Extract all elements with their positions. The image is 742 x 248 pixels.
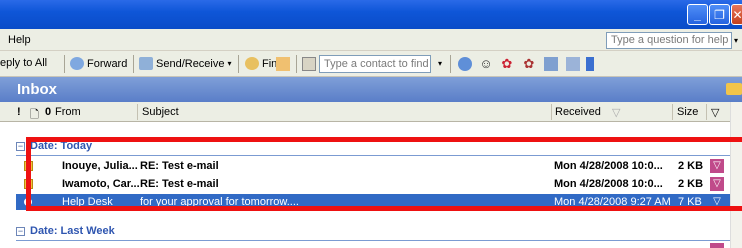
read-envelope-icon: [24, 198, 32, 206]
message-size: 2 KB: [678, 160, 704, 172]
toolbar-divider: [64, 55, 65, 73]
forward-icon: [70, 57, 84, 70]
column-divider[interactable]: [706, 104, 707, 120]
message-row-selected[interactable]: Help Desk for your approval for tomorrow…: [16, 194, 730, 210]
unread-envelope-icon: [24, 179, 33, 189]
column-divider[interactable]: [137, 104, 138, 120]
find-contact-input[interactable]: Type a contact to find: [319, 55, 431, 73]
help-icon[interactable]: [458, 57, 472, 71]
send-receive-dropdown-icon[interactable]: ▾: [228, 59, 232, 68]
shield-icon[interactable]: [544, 57, 558, 71]
group-label: Date: Today: [30, 140, 93, 152]
message-from: Help Desk: [62, 196, 113, 208]
find-icon: [245, 57, 259, 70]
group-divider: [16, 155, 730, 156]
toolbar-divider: [133, 55, 134, 73]
column-size[interactable]: Size: [677, 106, 698, 118]
message-size: 2 KB: [678, 178, 704, 190]
close-button[interactable]: ✕: [731, 4, 742, 25]
folder-title: Inbox: [17, 81, 57, 98]
find-contact-dropdown-icon[interactable]: ▾: [438, 59, 442, 68]
toolbar-divider: [238, 55, 239, 73]
group-header-last-week[interactable]: − Date: Last Week: [16, 224, 730, 241]
person-icon[interactable]: ☺: [479, 57, 493, 71]
column-flag[interactable]: ▽: [711, 106, 719, 119]
message-subject: RE: Test e-mail: [140, 160, 219, 172]
minimize-button[interactable]: _: [687, 4, 708, 25]
toolbar-divider: [296, 55, 297, 73]
follow-up-flag-icon[interactable]: ▽: [710, 195, 724, 209]
forward-button[interactable]: Forward: [70, 57, 127, 70]
message-row[interactable]: Iwamoto, Car... RE: Test e-mail Mon 4/28…: [16, 176, 730, 192]
collapse-icon[interactable]: −: [16, 227, 25, 236]
restore-button[interactable]: ❐: [709, 4, 730, 25]
message-from: Inouye, Julia...: [62, 160, 138, 172]
standard-toolbar: eply to All Forward Send/Receive ▾ Find …: [0, 51, 742, 77]
menu-bar: Help Type a question for help ▾: [0, 29, 742, 51]
message-row[interactable]: Inouye, Julia... RE: Test e-mail Mon 4/2…: [16, 158, 730, 174]
toolbar-divider: [450, 55, 451, 73]
menu-help[interactable]: Help: [8, 34, 31, 46]
column-importance[interactable]: !: [17, 106, 21, 118]
column-subject[interactable]: Subject: [142, 106, 179, 118]
message-received: Mon 4/28/2008 9:27 AM: [554, 196, 671, 208]
column-divider[interactable]: [672, 104, 673, 120]
send-receive-icon: [139, 57, 153, 70]
message-subject: RE: Test e-mail: [140, 178, 219, 190]
column-received[interactable]: Received: [555, 106, 601, 118]
forward-label: Forward: [87, 57, 128, 70]
folder-icon: [726, 83, 742, 95]
folder-header: Inbox: [0, 77, 742, 102]
reply-all-button[interactable]: eply to All: [0, 57, 47, 69]
message-from: Iwamoto, Car...: [62, 178, 140, 190]
group-divider: [16, 240, 730, 241]
group-label: Date: Last Week: [30, 225, 115, 237]
follow-up-flag-icon[interactable]: ▽: [710, 159, 724, 173]
column-attachment[interactable]: 0: [45, 106, 51, 118]
vertical-scrollbar[interactable]: [730, 102, 742, 248]
message-received: Mon 4/28/2008 10:0...: [554, 178, 663, 190]
shield-check-icon[interactable]: [566, 57, 580, 71]
column-header: ! 🗋 0 From Subject Received ▽ Size ▽: [0, 102, 742, 122]
address-book-icon[interactable]: [302, 57, 316, 71]
column-from[interactable]: From: [55, 106, 81, 118]
follow-up-flag-icon[interactable]: [710, 243, 724, 248]
ask-question-input[interactable]: Type a question for help: [606, 32, 732, 49]
message-subject: for your approval for tomorrow....: [140, 196, 299, 208]
message-row[interactable]: [16, 243, 730, 248]
tool-icon[interactable]: ✿: [522, 57, 536, 71]
research-icon[interactable]: ✿: [500, 57, 514, 71]
send-receive-button[interactable]: Send/Receive ▾: [139, 57, 232, 70]
message-size: 7 KB: [678, 196, 702, 208]
toolbar-options-icon[interactable]: [586, 57, 594, 71]
group-header-today[interactable]: − Date: Today: [16, 139, 730, 156]
sort-indicator-icon: ▽: [612, 107, 621, 119]
organize-icon[interactable]: [276, 57, 290, 71]
send-receive-label: Send/Receive: [156, 57, 225, 70]
unread-envelope-icon: [24, 161, 33, 171]
reply-all-label: eply to All: [0, 57, 48, 69]
column-icon[interactable]: 🗋: [30, 106, 39, 125]
column-divider[interactable]: [551, 104, 552, 120]
title-bar: _ ❐ ✕: [0, 0, 742, 29]
collapse-icon[interactable]: −: [16, 142, 25, 151]
follow-up-flag-icon[interactable]: ▽: [710, 177, 724, 191]
ask-dropdown-icon[interactable]: ▾: [734, 36, 738, 45]
message-received: Mon 4/28/2008 10:0...: [554, 160, 663, 172]
